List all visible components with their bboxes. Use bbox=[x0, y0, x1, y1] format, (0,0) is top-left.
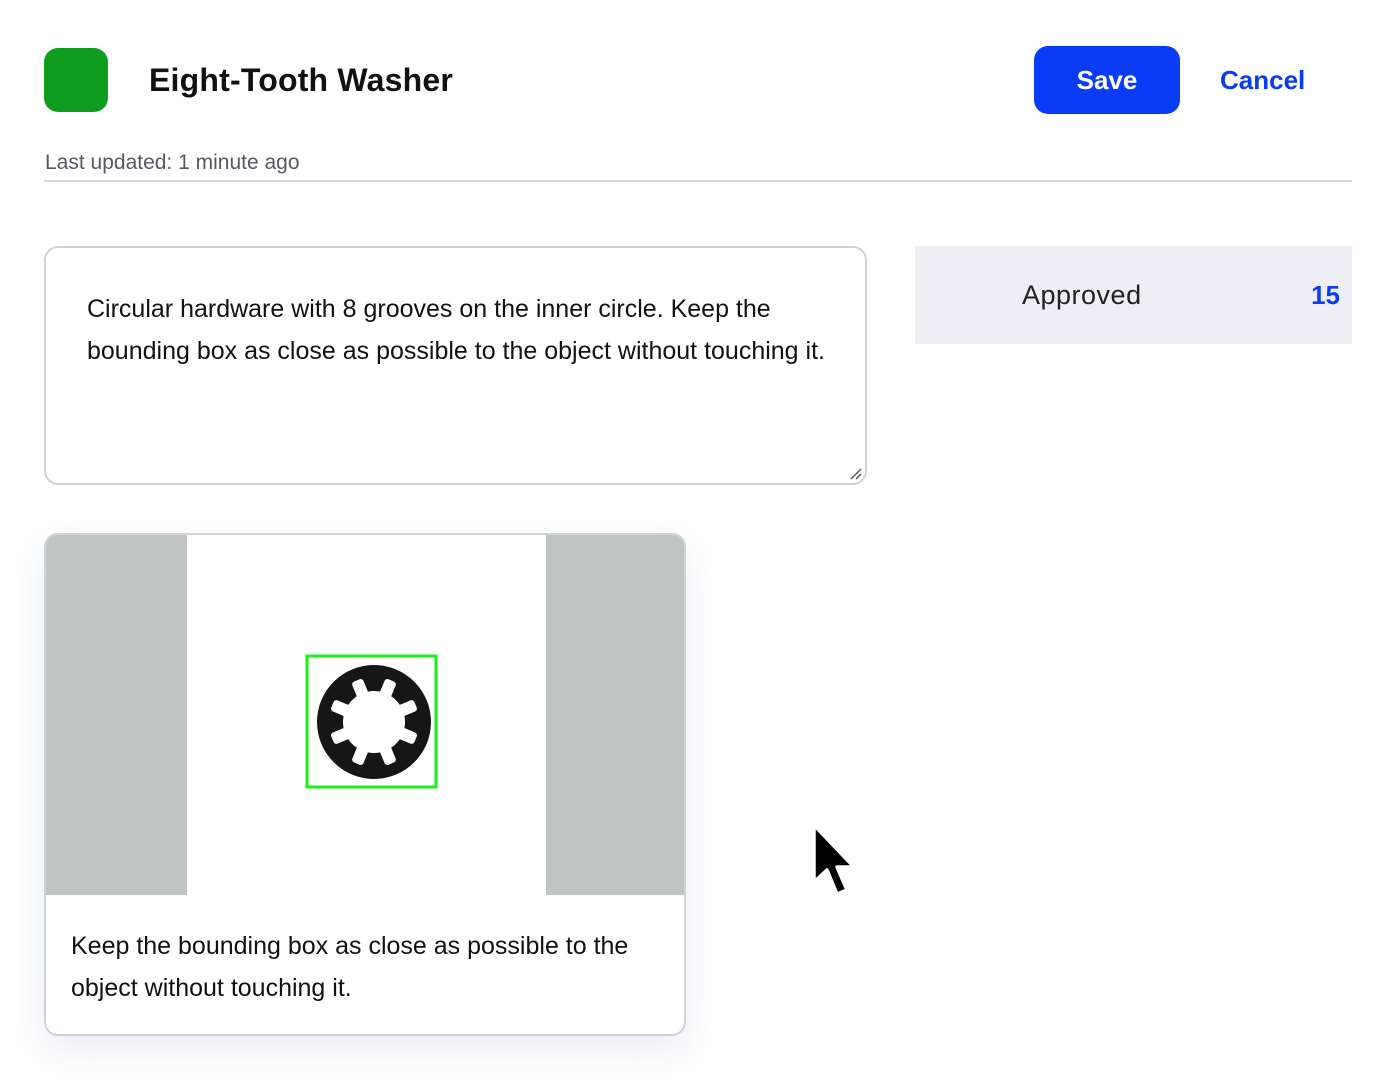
label-editor: Eight-Tooth Washer Save Cancel Last upda… bbox=[0, 0, 1391, 1080]
mouse-pointer-icon bbox=[812, 823, 856, 896]
example-caption: Keep the bounding box as close as possib… bbox=[71, 932, 629, 1002]
description-textarea[interactable]: Circular hardware with 8 grooves on the … bbox=[44, 246, 867, 485]
example-card: Keep the bounding box as close as possib… bbox=[44, 533, 686, 1036]
washer-inner-hole bbox=[343, 691, 405, 753]
washer-image bbox=[305, 654, 438, 789]
cancel-button[interactable]: Cancel bbox=[1214, 58, 1311, 102]
save-button[interactable]: Save bbox=[1034, 46, 1180, 114]
example-image bbox=[46, 535, 684, 895]
status-label: Approved bbox=[1022, 280, 1142, 310]
header-divider bbox=[44, 180, 1352, 182]
washer-shape bbox=[317, 665, 431, 779]
label-title: Eight-Tooth Washer bbox=[149, 62, 454, 98]
resize-handle-icon[interactable] bbox=[848, 466, 862, 480]
description-text[interactable]: Circular hardware with 8 grooves on the … bbox=[87, 288, 825, 372]
label-color-swatch[interactable] bbox=[44, 48, 108, 112]
approved-status-panel: Approved 15 bbox=[915, 246, 1352, 344]
last-updated-text: Last updated: 1 minute ago bbox=[45, 151, 300, 174]
status-count: 15 bbox=[1311, 280, 1340, 310]
